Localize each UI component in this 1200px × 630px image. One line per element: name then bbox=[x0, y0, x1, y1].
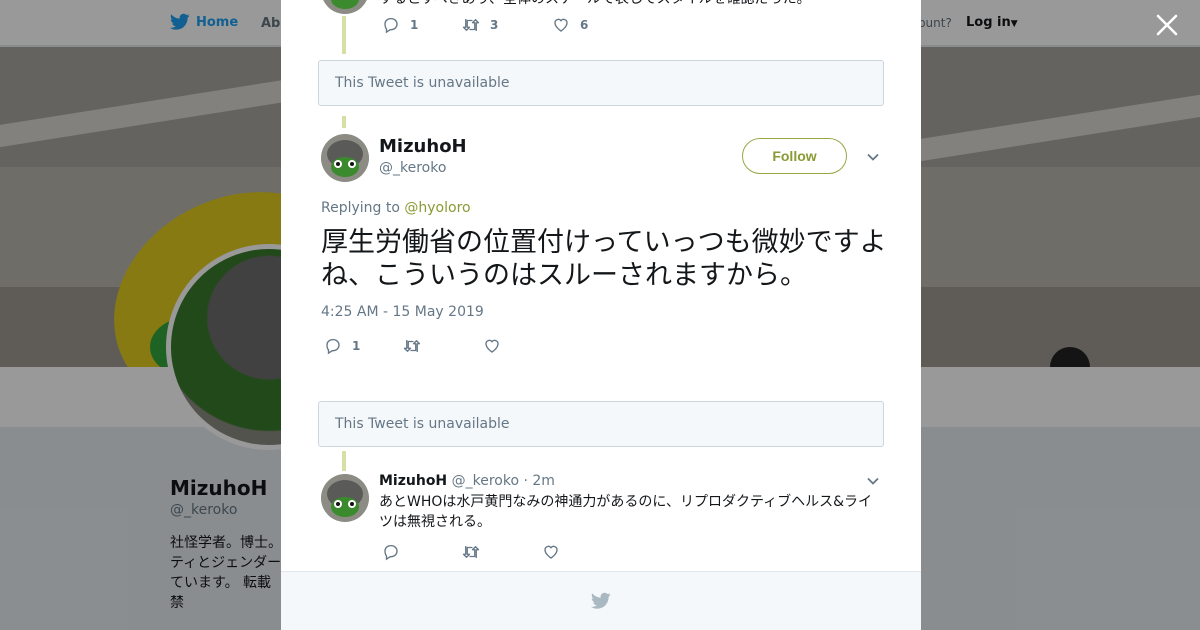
like-count: 6 bbox=[580, 18, 589, 32]
replying-prefix: Replying to bbox=[321, 200, 400, 216]
tweet-header: MizuhoH @_keroko · 2m bbox=[379, 473, 555, 489]
tweet-author-handle[interactable]: @_keroko bbox=[452, 473, 519, 489]
replying-to: Replying to @hyoloro bbox=[321, 200, 471, 216]
reply-icon bbox=[326, 338, 340, 355]
retweet-icon bbox=[403, 340, 421, 352]
tweet-author-name[interactable]: MizuhoH bbox=[379, 473, 447, 489]
reply-icon bbox=[384, 544, 398, 561]
avatar[interactable] bbox=[321, 134, 369, 182]
thread-connector bbox=[342, 451, 346, 471]
reply-count: 1 bbox=[352, 339, 361, 353]
replying-mention-link[interactable]: @hyoloro bbox=[404, 200, 470, 216]
heart-icon bbox=[554, 18, 568, 32]
reply-button[interactable] bbox=[382, 543, 462, 561]
retweet-icon bbox=[462, 19, 480, 31]
like-button[interactable]: 6 bbox=[552, 16, 588, 34]
chevron-down-icon[interactable] bbox=[865, 149, 881, 165]
retweet-button[interactable] bbox=[462, 543, 542, 561]
chevron-down-icon[interactable] bbox=[865, 473, 881, 489]
retweet-button[interactable] bbox=[403, 337, 483, 355]
like-button[interactable] bbox=[483, 337, 501, 355]
tweet-permalink-modal: するとすべきあり、全体のスケールで表してスタイルを確認だった。 1 3 6 Th… bbox=[281, 0, 921, 630]
tweet-actions: 1 3 6 bbox=[382, 16, 588, 34]
thread-connector bbox=[342, 116, 346, 128]
thread-connector bbox=[342, 16, 346, 54]
tweet-text: 厚生労働省の位置付けっていっつも微妙ですよね、こういうのはスルーされますから。 bbox=[321, 227, 887, 291]
avatar[interactable] bbox=[321, 474, 369, 522]
tweet-timestamp[interactable]: 4:25 AM - 15 May 2019 bbox=[321, 304, 484, 320]
tweet-author-name[interactable]: MizuhoH bbox=[379, 136, 467, 157]
frog-avatar-icon bbox=[323, 0, 367, 14]
like-button[interactable] bbox=[542, 543, 560, 561]
reply-icon bbox=[384, 17, 398, 34]
avatar[interactable] bbox=[321, 0, 369, 14]
close-icon[interactable] bbox=[1154, 12, 1180, 38]
tweet-text: するとすべきあり、全体のスケールで表してスタイルを確認だった。 bbox=[379, 0, 811, 8]
reply-count: 1 bbox=[410, 18, 419, 32]
twitter-bird-icon[interactable] bbox=[591, 591, 611, 611]
reply-button[interactable]: 1 bbox=[382, 16, 462, 34]
modal-footer bbox=[281, 571, 921, 630]
frog-avatar-icon bbox=[321, 474, 369, 522]
tweet-actions: 1 bbox=[324, 337, 501, 355]
heart-icon bbox=[485, 339, 499, 353]
frog-avatar-icon bbox=[321, 134, 369, 182]
heart-icon bbox=[544, 545, 558, 559]
tweet-time[interactable]: · 2m bbox=[523, 473, 554, 489]
retweet-count: 3 bbox=[490, 18, 499, 32]
unavailable-tweet-notice: This Tweet is unavailable bbox=[318, 60, 884, 106]
tweet-text: あとWHOは水戸黄門なみの神通力があるのに、リプロダクティブヘルス&ライツは無視… bbox=[379, 494, 873, 530]
follow-button[interactable]: Follow bbox=[742, 138, 847, 174]
tweet-actions bbox=[382, 543, 560, 561]
retweet-icon bbox=[462, 546, 480, 558]
unavailable-tweet-notice: This Tweet is unavailable bbox=[318, 401, 884, 447]
reply-button[interactable]: 1 bbox=[324, 337, 403, 355]
tweet-author-handle[interactable]: @_keroko bbox=[379, 160, 446, 176]
retweet-button[interactable]: 3 bbox=[462, 16, 552, 34]
